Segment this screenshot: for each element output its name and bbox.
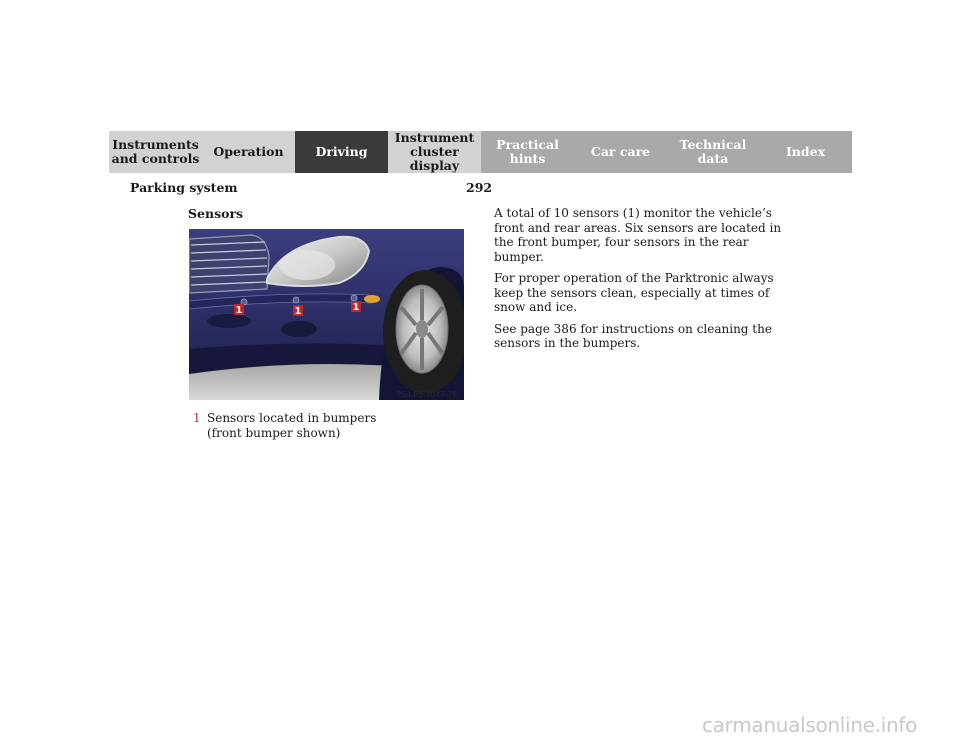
nav-tabs: Instruments and controls Operation Drivi… [109, 131, 852, 173]
tab-instruments-and-controls[interactable]: Instruments and controls [109, 131, 202, 173]
sensor-marker: 1 [351, 301, 361, 313]
tab-car-care[interactable]: Car care [574, 131, 667, 173]
paragraph: A total of 10 sensors (1) monitor the ve… [494, 206, 782, 264]
tab-index[interactable]: Index [759, 131, 852, 173]
sensor-marker: 1 [234, 304, 244, 316]
paragraph: For proper operation of the Parktronic a… [494, 271, 774, 314]
wheel [383, 270, 464, 394]
tab-technical-data[interactable]: Technical data [667, 131, 759, 173]
tab-driving[interactable]: Driving [295, 131, 388, 173]
svg-text:1: 1 [353, 302, 360, 313]
sensor [292, 296, 300, 304]
caption-text: Sensors located in bumpers (front bumper… [207, 411, 377, 440]
tab-instrument-cluster-display[interactable]: Instrument cluster display [388, 131, 481, 173]
bumper-sensor-illustration: 1 1 1 P54.65-2047-26 [189, 229, 464, 400]
body-text: A total of 10 sensors (1) monitor the ve… [494, 206, 784, 358]
page-title: Parking system [130, 180, 238, 195]
car-front-illustration: 1 1 1 P54.65-2047-26 [189, 229, 464, 400]
svg-text:1: 1 [236, 305, 243, 316]
watermark: carmanualsonline.info [702, 713, 918, 737]
grille [189, 234, 270, 294]
figure-caption: 1 Sensors located in bumpers (front bump… [193, 411, 376, 441]
figure-code: P54.65-2047-26 [397, 390, 457, 399]
caption-number: 1 [193, 411, 201, 425]
tab-operation[interactable]: Operation [202, 131, 295, 173]
sensor-marker: 1 [293, 305, 303, 317]
section-heading: Sensors [188, 206, 244, 221]
svg-text:1: 1 [295, 306, 302, 317]
sensor [350, 294, 358, 302]
tab-practical-hints[interactable]: Practical hints [481, 131, 574, 173]
paragraph: See page 386 for instructions on cleanin… [494, 321, 772, 351]
page-number: 292 [466, 180, 493, 195]
